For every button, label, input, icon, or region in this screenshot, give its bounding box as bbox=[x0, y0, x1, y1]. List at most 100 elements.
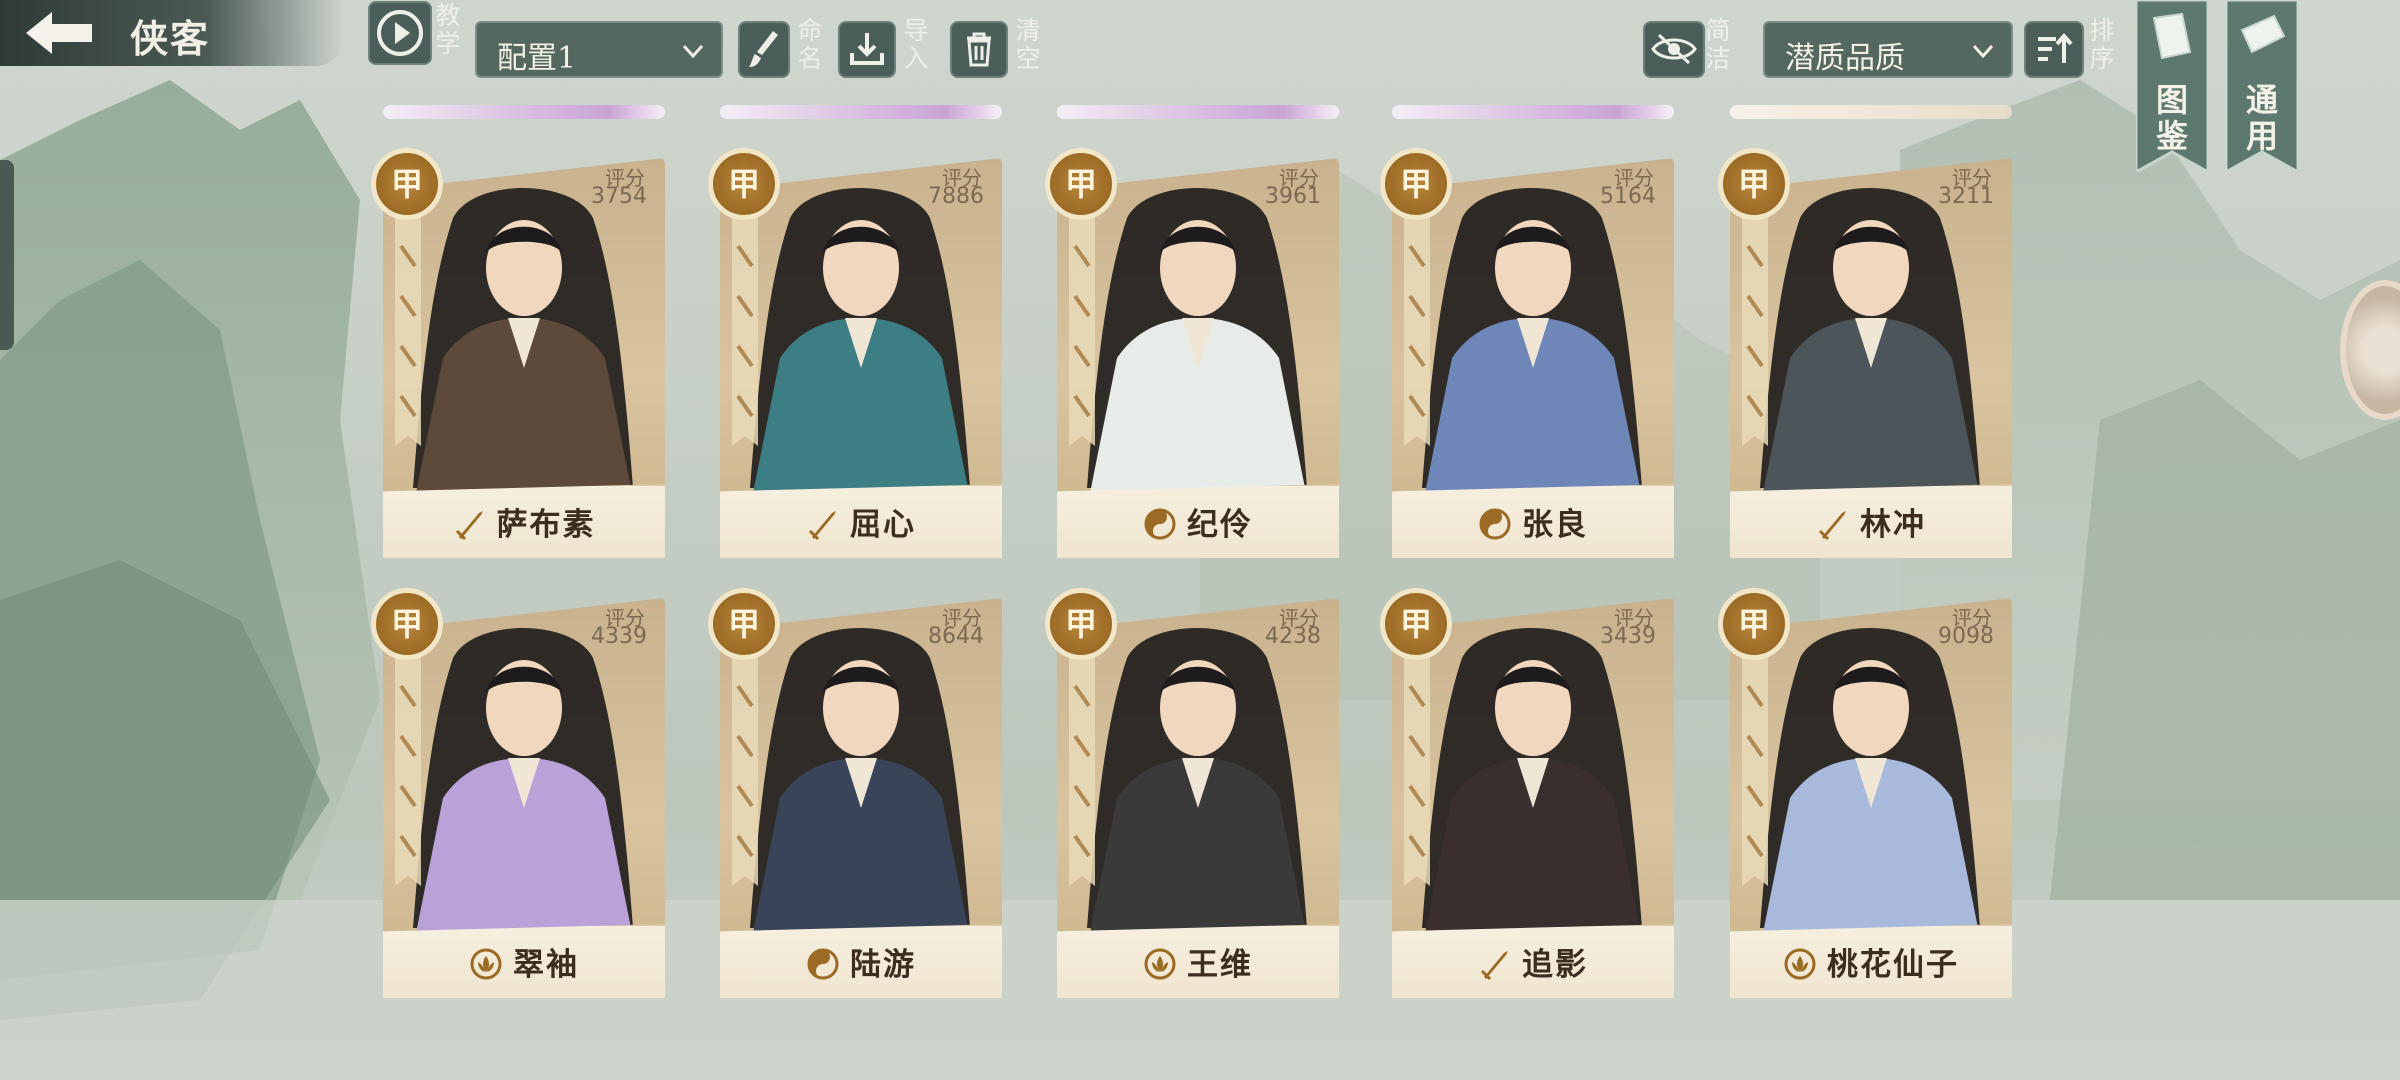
quality-dropdown[interactable]: 潜质品质 bbox=[1763, 21, 2013, 78]
hero-name-text: 林冲 bbox=[1860, 507, 1926, 543]
brush-icon bbox=[749, 31, 778, 67]
taiji-icon bbox=[1479, 508, 1511, 540]
score-value: 7886 bbox=[928, 184, 984, 209]
notebook-icon bbox=[2240, 14, 2286, 54]
score-value: 4238 bbox=[1265, 624, 1321, 649]
hero-name-text: 纪伶 bbox=[1187, 507, 1253, 543]
top-bar: 侠客 教学 配置1 命名 导入 清空 简洁 潜质品质 排序 图鉴 通用 bbox=[0, 0, 2400, 172]
sort-button[interactable] bbox=[2024, 21, 2084, 78]
codex-banner[interactable]: 图鉴 bbox=[2136, 0, 2208, 172]
score-value: 3754 bbox=[591, 184, 647, 209]
sword-icon bbox=[808, 511, 836, 541]
score-value: 3211 bbox=[1938, 184, 1994, 209]
rank-ribbon bbox=[395, 656, 421, 886]
chevron-down-icon bbox=[682, 44, 704, 59]
rank-ribbon bbox=[1404, 656, 1430, 886]
sort-icon bbox=[2038, 32, 2073, 63]
codex-label: 图鉴 bbox=[2155, 81, 2188, 155]
score-value: 4339 bbox=[591, 624, 647, 649]
grade-badge: 甲 bbox=[371, 588, 443, 660]
hero-card[interactable]: 甲 评分 4238 王维 bbox=[1045, 588, 1339, 998]
hero-card[interactable]: 甲 评分 3439 追影 bbox=[1380, 588, 1674, 998]
chevron-down-icon bbox=[1972, 44, 1994, 59]
config-dropdown[interactable]: 配置1 bbox=[475, 21, 723, 78]
left-edge-tab[interactable] bbox=[0, 160, 14, 350]
import-label: 导入 bbox=[903, 16, 929, 73]
rank-ribbon bbox=[1742, 656, 1768, 886]
hero-name-text: 萨布素 bbox=[496, 507, 596, 543]
download-icon bbox=[850, 33, 884, 65]
lotus-icon bbox=[1144, 948, 1176, 980]
grade-badge: 甲 bbox=[371, 148, 443, 220]
hero-name-text: 屈心 bbox=[850, 507, 916, 543]
hero-name: 翠袖 bbox=[383, 939, 665, 984]
sword-icon bbox=[1480, 951, 1508, 981]
grade-badge: 甲 bbox=[1045, 148, 1117, 220]
hero-card[interactable]: 甲 评分 3961 纪伶 bbox=[1045, 148, 1339, 558]
hero-name: 王维 bbox=[1057, 939, 1339, 984]
clear-button[interactable] bbox=[950, 21, 1008, 78]
play-icon bbox=[377, 10, 423, 56]
trash-icon bbox=[967, 32, 991, 67]
lotus-icon bbox=[1784, 948, 1816, 980]
rank-ribbon bbox=[395, 216, 421, 446]
grade-badge: 甲 bbox=[1380, 588, 1452, 660]
score-value: 3439 bbox=[1600, 624, 1656, 649]
hero-name: 桃花仙子 bbox=[1730, 939, 2012, 984]
hero-card[interactable]: 甲 评分 9098 桃花仙子 bbox=[1718, 588, 2012, 998]
hero-card[interactable]: 甲 评分 5164 张良 bbox=[1380, 148, 1674, 558]
hero-name-text: 张良 bbox=[1522, 507, 1588, 543]
score-value: 3961 bbox=[1265, 184, 1321, 209]
hero-card[interactable]: 甲 评分 8644 陆游 bbox=[708, 588, 1002, 998]
rank-ribbon bbox=[732, 656, 758, 886]
hero-card[interactable]: 甲 评分 4339 翠袖 bbox=[371, 588, 665, 998]
hero-name-text: 陆游 bbox=[850, 947, 916, 983]
eye-slash-icon bbox=[1651, 33, 1697, 65]
hero-name: 林冲 bbox=[1730, 499, 2012, 544]
grade-badge: 甲 bbox=[1045, 588, 1117, 660]
hero-card[interactable]: 甲 评分 7886 屈心 bbox=[708, 148, 1002, 558]
hero-name-text: 王维 bbox=[1187, 947, 1253, 983]
hero-name-text: 桃花仙子 bbox=[1827, 947, 1959, 983]
common-banner[interactable]: 通用 bbox=[2226, 0, 2298, 172]
tutorial-label: 教学 bbox=[435, 1, 461, 58]
config-dropdown-value: 配置1 bbox=[497, 41, 577, 76]
taiji-icon bbox=[807, 948, 839, 980]
common-label: 通用 bbox=[2245, 81, 2278, 155]
rank-ribbon bbox=[1069, 656, 1095, 886]
hero-card[interactable]: 甲 评分 3211 林冲 bbox=[1718, 148, 2012, 558]
rank-ribbon bbox=[732, 216, 758, 446]
score-value: 9098 bbox=[1938, 624, 1994, 649]
hero-name: 张良 bbox=[1392, 499, 1674, 544]
tutorial-button[interactable] bbox=[368, 1, 432, 65]
taiji-icon bbox=[1144, 508, 1176, 540]
rename-button[interactable] bbox=[738, 21, 790, 78]
grade-badge: 甲 bbox=[708, 148, 780, 220]
hero-name-text: 追影 bbox=[1522, 947, 1588, 983]
hero-name: 屈心 bbox=[720, 499, 1002, 544]
import-button[interactable] bbox=[838, 21, 896, 78]
hero-name: 追影 bbox=[1392, 939, 1674, 984]
grade-badge: 甲 bbox=[1718, 588, 1790, 660]
quality-dropdown-value: 潜质品质 bbox=[1785, 41, 1905, 76]
sword-icon bbox=[1818, 511, 1846, 541]
rank-ribbon bbox=[1742, 216, 1768, 446]
hero-card[interactable]: 甲 评分 3754 萨布素 bbox=[371, 148, 665, 558]
hero-name: 萨布素 bbox=[383, 499, 665, 544]
rank-ribbon bbox=[1404, 216, 1430, 446]
clear-label: 清空 bbox=[1015, 16, 1041, 73]
book-icon bbox=[2152, 12, 2192, 60]
grade-badge: 甲 bbox=[1380, 148, 1452, 220]
simple-view-button[interactable] bbox=[1643, 21, 1705, 78]
grade-badge: 甲 bbox=[1718, 148, 1790, 220]
sort-label: 排序 bbox=[2089, 16, 2115, 73]
hero-name: 陆游 bbox=[720, 939, 1002, 984]
simple-view-label: 简洁 bbox=[1705, 16, 1731, 73]
back-arrow-icon[interactable] bbox=[18, 6, 98, 60]
lotus-icon bbox=[470, 948, 502, 980]
hero-name-text: 翠袖 bbox=[513, 947, 579, 983]
hero-name: 纪伶 bbox=[1057, 499, 1339, 544]
page-title: 侠客 bbox=[130, 17, 211, 61]
score-value: 5164 bbox=[1600, 184, 1656, 209]
score-value: 8644 bbox=[928, 624, 984, 649]
